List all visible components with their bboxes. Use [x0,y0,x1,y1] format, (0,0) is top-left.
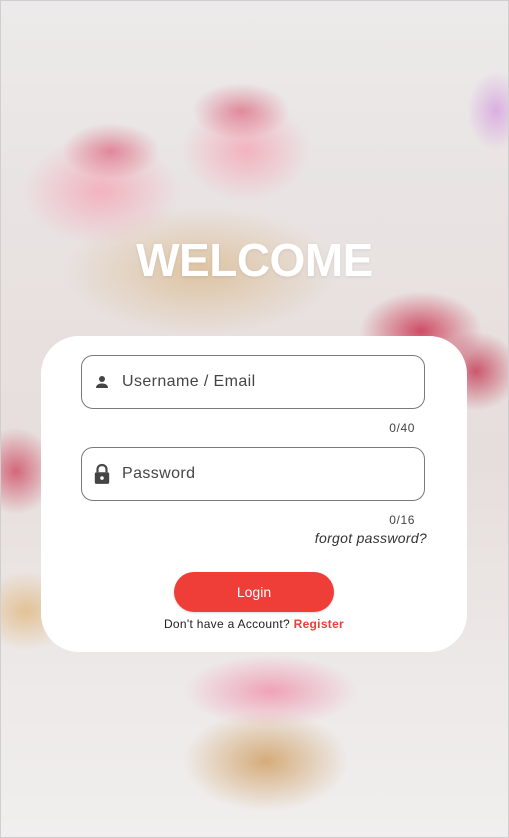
username-char-counter: 0/40 [389,421,415,435]
password-input[interactable] [122,465,402,483]
signup-prompt-line: Don't have a Account? Register [41,617,467,631]
login-button[interactable]: Login [174,572,334,612]
person-icon [92,371,112,393]
password-field[interactable] [81,447,425,501]
lock-icon [92,463,112,485]
register-link[interactable]: Register [294,617,344,631]
password-char-counter: 0/16 [389,513,415,527]
username-field[interactable] [81,355,425,409]
welcome-title: WELCOME [136,234,373,286]
login-screen: WELCOME 0/40 0/16 forgot pas [0,0,509,838]
login-card: 0/40 0/16 forgot password? Login Don't h… [41,336,467,652]
forgot-password-link[interactable]: forgot password? [315,530,427,546]
signup-prompt-text: Don't have a Account? [163,617,290,631]
username-input[interactable] [122,373,402,391]
